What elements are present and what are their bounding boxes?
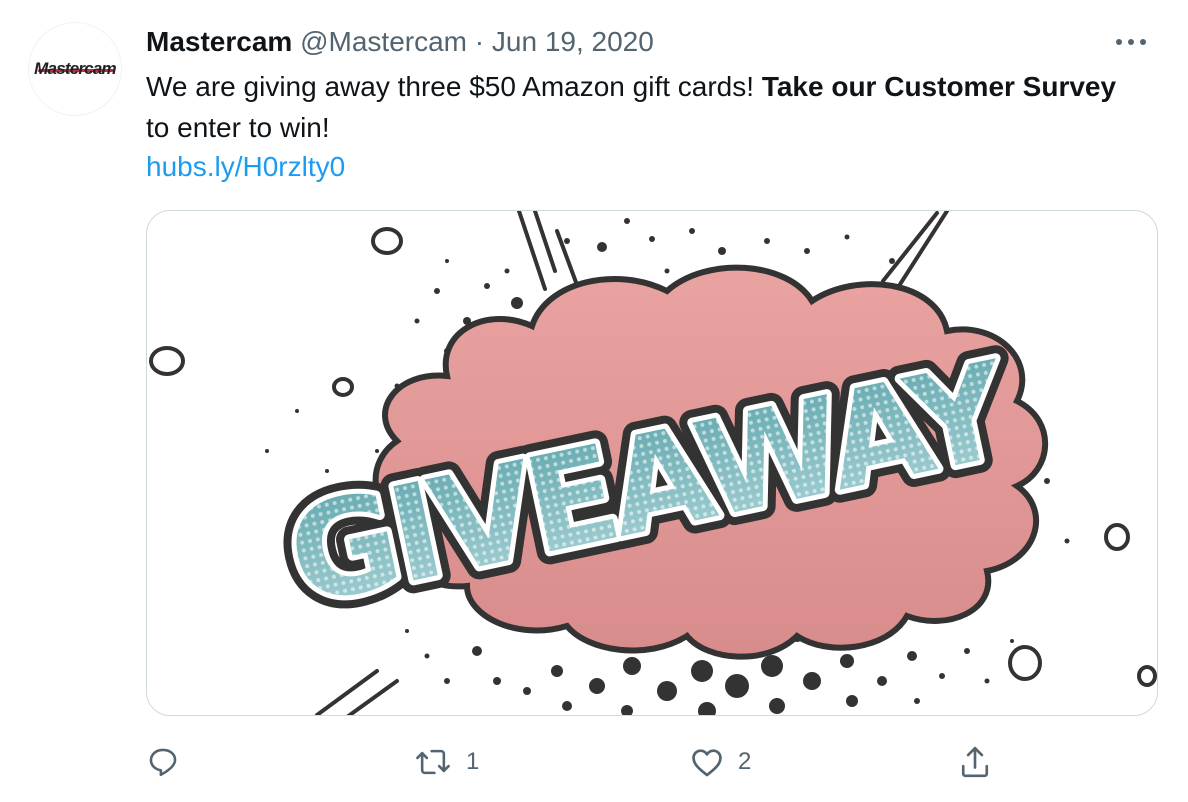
survey-link[interactable]: hubs.ly/H0rzlty0 [146,147,345,187]
more-dot [1116,39,1122,45]
retweet-count: 1 [466,748,480,775]
tweet-actions: 1 2 [0,736,1188,788]
share-icon [961,746,989,778]
tweet-date[interactable]: Jun 19, 2020 [492,26,654,57]
like-button[interactable]: 2 [690,744,751,780]
retweet-button[interactable]: 1 [414,744,479,780]
separator: · [474,26,485,57]
tweet-header: Mastercam @Mastercam · Jun 19, 2020 [146,24,654,60]
share-button[interactable] [958,744,992,780]
tweet-image[interactable]: GIVEAWAY GIVEAWAY GIVEAWAY GIVEAWAY [146,210,1158,716]
heart-icon [692,749,722,777]
more-dot [1140,39,1146,45]
tweet-text-part1: We are giving away three $50 Amazon gift… [146,71,762,102]
like-count: 2 [738,748,752,775]
logo-text: Mastercam [34,59,116,78]
display-name[interactable]: Mastercam [146,26,292,57]
giveaway-illustration: GIVEAWAY GIVEAWAY GIVEAWAY GIVEAWAY [149,211,1157,715]
mastercam-logo: Mastercam [34,59,116,79]
reply-icon [149,748,177,777]
avatar[interactable]: Mastercam [28,22,122,116]
more-dot [1128,39,1134,45]
tweet-text: We are giving away three $50 Amazon gift… [146,66,1136,148]
tweet-text-part2: to enter to win! [146,112,330,143]
handle[interactable]: @Mastercam [300,26,467,57]
retweet-icon [416,749,450,775]
more-icon[interactable] [1116,30,1146,54]
reply-button[interactable] [146,744,180,780]
tweet: Mastercam Mastercam @Mastercam · Jun 19,… [0,0,1188,802]
tweet-text-bold: Take our Customer Survey [761,71,1117,102]
